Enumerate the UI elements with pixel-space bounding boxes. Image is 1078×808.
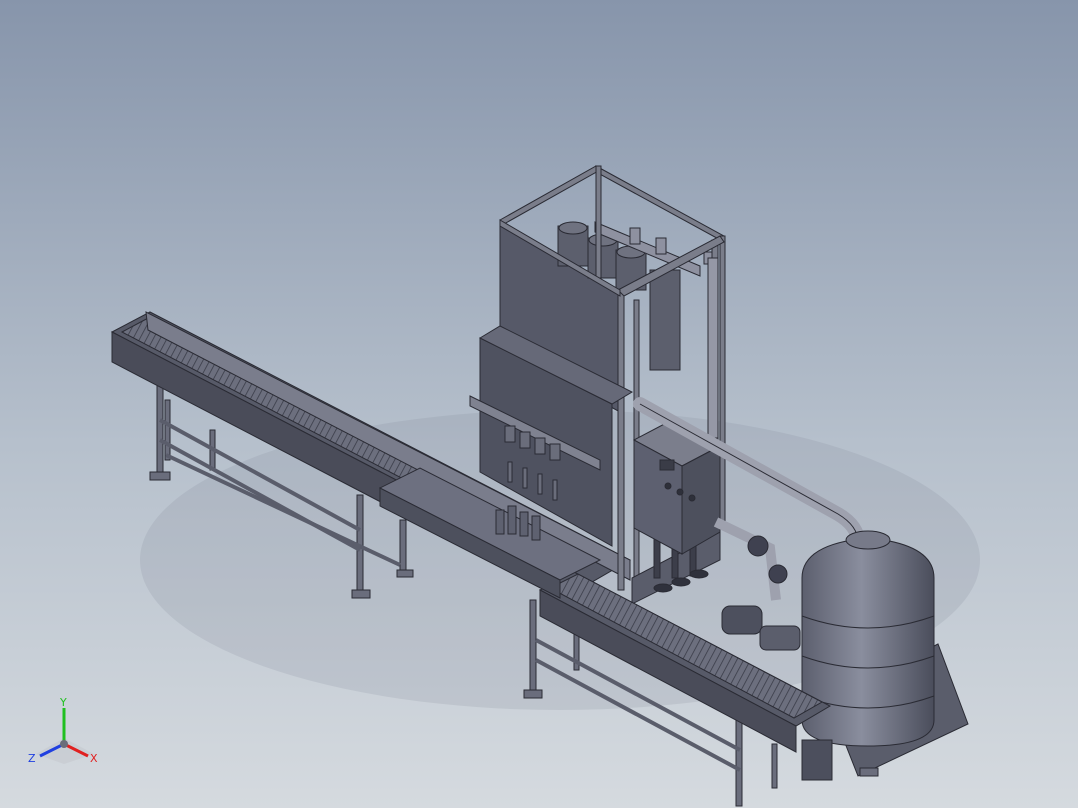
- y-axis-label: Y: [59, 696, 67, 709]
- filling-machine-assembly-model[interactable]: [0, 0, 1078, 808]
- triad-origin: [60, 740, 68, 748]
- x-axis-label: X: [90, 752, 98, 765]
- control-knob-3: [688, 494, 696, 502]
- tank-neck: [845, 530, 891, 550]
- conveyor-drive-motor: [801, 739, 833, 781]
- z-axis-label: Z: [28, 752, 36, 765]
- tank-body: [801, 537, 935, 747]
- control-display: [659, 459, 675, 471]
- control-knob-2: [676, 488, 684, 496]
- vertical-supply-pipe: [707, 257, 719, 439]
- axis-triad[interactable]: Y X Z: [24, 692, 108, 772]
- control-knob-1: [664, 482, 672, 490]
- cad-graphics-viewport[interactable]: Y X Z: [0, 0, 1078, 808]
